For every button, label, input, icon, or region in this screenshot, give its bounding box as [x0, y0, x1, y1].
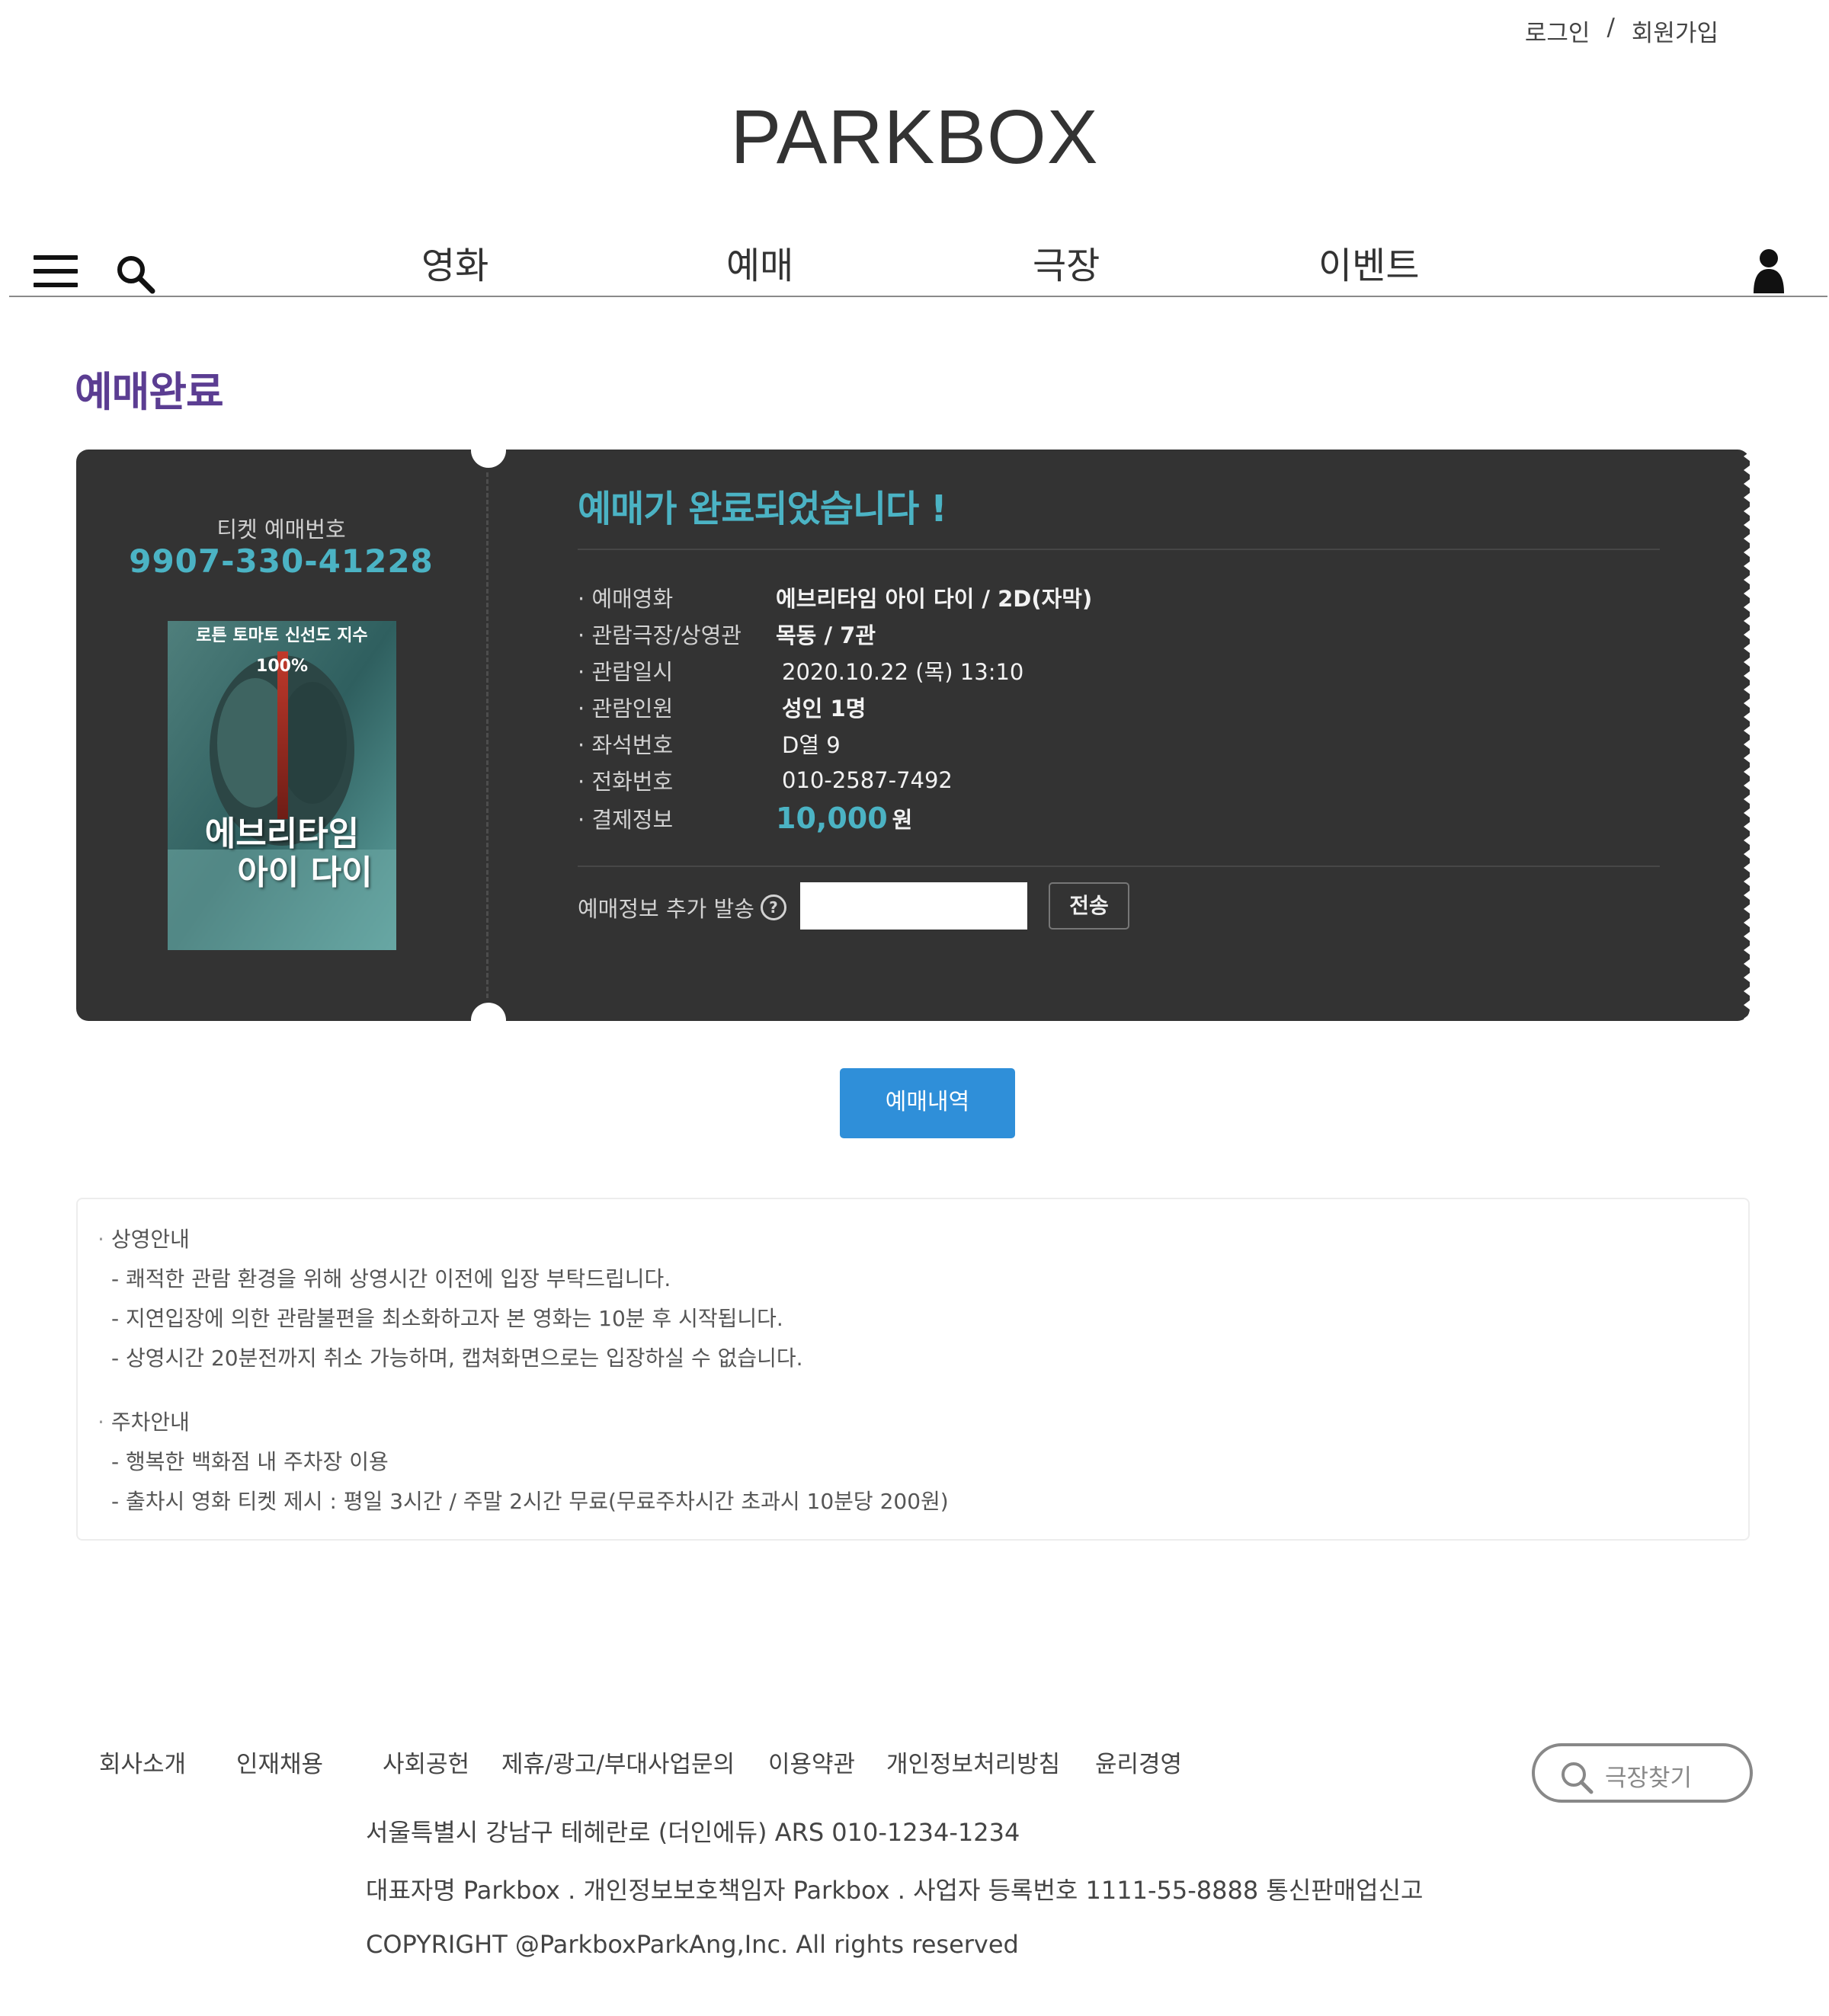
auth-links: 로그인 / 회원가입	[1525, 14, 1718, 48]
info-row-phone: 전화번호 010-2587-7492	[578, 763, 953, 797]
info-row-payment: 결제정보 10,000 원	[578, 802, 912, 835]
info-label: 전화번호	[578, 764, 776, 796]
signup-link[interactable]: 회원가입	[1632, 14, 1718, 48]
theater-search-button[interactable]: 극장찾기	[1532, 1743, 1753, 1803]
footer-link-partnership[interactable]: 제휴/광고/부대사업문의	[501, 1745, 735, 1779]
info-value: 010-2587-7492	[782, 767, 953, 793]
info-row-seat: 좌석번호 D열 9	[578, 727, 841, 760]
auth-separator: /	[1606, 14, 1615, 41]
ticket-notch-bottom	[471, 1003, 506, 1038]
info-value: 성인 1명	[782, 696, 866, 722]
info-value: 목동 / 7관	[776, 622, 876, 648]
send-info-input[interactable]	[800, 882, 1027, 930]
send-label-text: 예매정보 추가 발송	[578, 896, 754, 922]
info-label: 관람극장/상영관	[578, 618, 776, 650]
footer-link-careers[interactable]: 인재채용	[236, 1745, 323, 1779]
booking-history-button[interactable]: 예매내역	[840, 1068, 1015, 1138]
search-icon	[1562, 1762, 1594, 1794]
footer-link-social[interactable]: 사회공헌	[383, 1745, 469, 1779]
notice-item: 지연입장에 의한 관람불편을 최소화하고자 본 영화는 10분 후 시작됩니다.	[111, 1302, 783, 1333]
poster-title-line1: 에브리타임	[204, 814, 360, 853]
nav-booking[interactable]: 예매	[726, 246, 793, 286]
send-info-label: 예매정보 추가 발송 ?	[578, 891, 786, 923]
menu-icon[interactable]	[34, 255, 78, 287]
payment-unit: 원	[892, 807, 913, 833]
poster-title: 에브리타임 아이 다이	[168, 814, 396, 892]
nav-movie[interactable]: 영화	[421, 246, 488, 286]
nav-theater[interactable]: 극장	[1033, 246, 1100, 286]
notice-screening-head: 상영안내	[98, 1223, 190, 1253]
search-icon[interactable]	[114, 253, 157, 296]
nav-event[interactable]: 이벤트	[1318, 246, 1419, 286]
notice-item: 출차시 영화 티켓 제시 : 평일 3시간 / 주말 2시간 무료(무료주차시간…	[111, 1485, 949, 1515]
login-link[interactable]: 로그인	[1525, 14, 1590, 48]
movie-poster: 로튼 토마토 신선도 지수 100% 에브리타임 아이 다이	[168, 621, 396, 950]
booking-number: 9907-330-41228	[129, 542, 434, 580]
poster-tagline: 로튼 토마토 신선도 지수 100%	[196, 626, 368, 676]
ticket-notch-top	[471, 433, 506, 468]
info-value: 에브리타임 아이 다이 / 2D(자막)	[776, 586, 1093, 612]
notice-parking-head: 주차안내	[98, 1406, 190, 1436]
nav-divider	[9, 296, 1827, 297]
site-logo[interactable]: PARKBOX	[0, 95, 1829, 179]
footer-link-terms[interactable]: 이용약관	[768, 1745, 855, 1779]
help-icon[interactable]: ?	[760, 894, 786, 920]
info-row-datetime: 관람일시 2020.10.22 (목) 13:10	[578, 654, 1023, 687]
notice-item: 쾌적한 관람 환경을 위해 상영시간 이전에 입장 부탁드립니다.	[111, 1262, 671, 1293]
info-row-audience: 관람인원 성인 1명	[578, 690, 866, 724]
complete-message: 예매가 완료되었습니다 !	[578, 488, 947, 530]
ticket-perforation	[486, 472, 488, 998]
footer-copyright: COPYRIGHT @ParkboxParkAng,Inc. All right…	[366, 1930, 1019, 1959]
info-label: 관람인원	[578, 691, 776, 723]
payment-amount: 10,000	[776, 802, 888, 835]
info-label: 결제정보	[578, 802, 776, 834]
notice-item: 행복한 백화점 내 주차장 이용	[111, 1445, 389, 1476]
info-row-movie: 예매영화 에브리타임 아이 다이 / 2D(자막)	[578, 581, 1092, 614]
ticket-divider-top	[578, 549, 1660, 550]
notice-item: 상영시간 20분전까지 취소 가능하며, 캡쳐화면으로는 입장하실 수 없습니다…	[111, 1342, 803, 1372]
info-row-theater: 관람극장/상영관 목동 / 7관	[578, 617, 876, 651]
info-label: 관람일시	[578, 654, 776, 686]
info-label: 예매영화	[578, 581, 776, 613]
booking-number-label: 티켓 예매번호	[216, 517, 346, 542]
footer-link-ethics[interactable]: 윤리경영	[1095, 1745, 1182, 1779]
footer-representative: 대표자명 Parkbox . 개인정보보호책임자 Parkbox . 사업자 등…	[366, 1876, 1424, 1905]
send-button[interactable]: 전송	[1049, 882, 1129, 930]
footer-address: 서울특별시 강남구 테헤란로 (더인에듀) ARS 010-1234-1234	[366, 1818, 1020, 1847]
theater-search-label: 극장찾기	[1605, 1765, 1693, 1792]
ticket-zigzag-edge	[1744, 450, 1753, 1021]
footer-link-company[interactable]: 회사소개	[99, 1745, 186, 1779]
info-value: D열 9	[782, 732, 841, 758]
ticket-divider-bottom	[578, 866, 1660, 867]
page-title: 예매완료	[75, 368, 224, 416]
user-icon[interactable]	[1751, 248, 1786, 293]
footer-link-privacy[interactable]: 개인정보처리방침	[886, 1745, 1060, 1779]
info-label: 좌석번호	[578, 728, 776, 760]
info-value: 2020.10.22 (목) 13:10	[782, 659, 1024, 685]
poster-title-line2: 아이 다이	[237, 853, 373, 892]
